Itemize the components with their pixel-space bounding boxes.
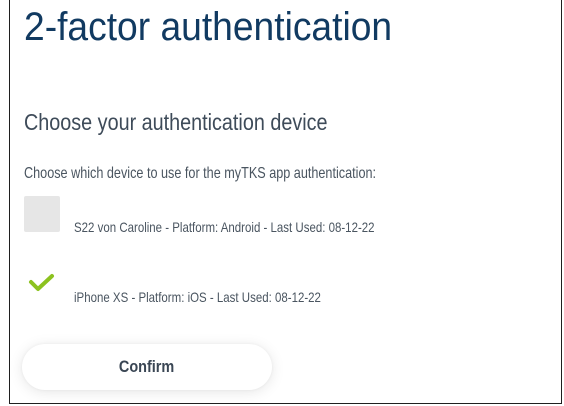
confirm-button[interactable]: Confirm	[22, 344, 272, 390]
device-checkbox-s22[interactable]	[24, 196, 60, 232]
checkmark-icon	[29, 274, 54, 291]
device-label-iphone: iPhone XS - Platform: iOS - Last Used: 0…	[74, 289, 321, 305]
auth-panel: 2-factor authentication Choose your auth…	[9, 0, 562, 404]
instruction-text: Choose which device to use for the myTKS…	[24, 165, 377, 182]
section-subtitle: Choose your authentication device	[24, 109, 328, 135]
confirm-button-label: Confirm	[119, 357, 175, 376]
page-title: 2-factor authentication	[24, 5, 393, 49]
device-label-s22: S22 von Caroline - Platform: Android - L…	[74, 219, 375, 235]
device-checkbox-iphone[interactable]	[24, 264, 60, 300]
